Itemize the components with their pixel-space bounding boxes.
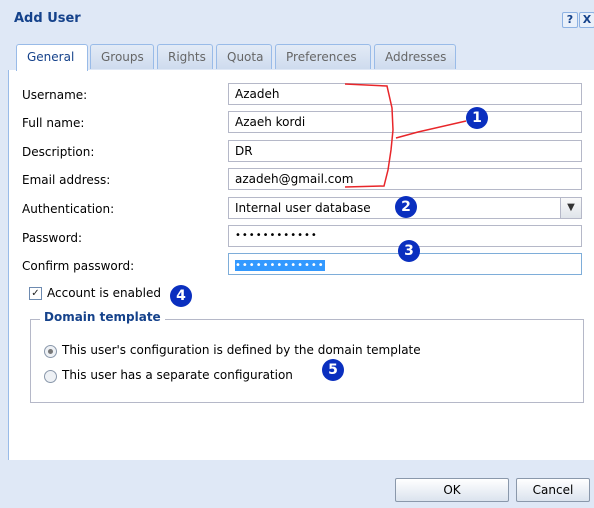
- selected-password-text: •••••••••••••: [235, 260, 325, 271]
- confirm-password-label: Confirm password:: [22, 259, 135, 273]
- tab-addresses[interactable]: Addresses: [374, 44, 456, 69]
- annotation-badge-4: 4: [170, 285, 192, 307]
- auth-select-value: Internal user database: [235, 201, 371, 215]
- cancel-button[interactable]: Cancel: [516, 478, 590, 502]
- dialog-title: Add User: [14, 11, 81, 26]
- tab-strip: General Groups Rights Quota Preferences …: [8, 44, 594, 71]
- account-enabled-checkbox[interactable]: ✓: [29, 287, 42, 300]
- domain-template-fieldset: [30, 319, 584, 403]
- domain-template-legend: Domain template: [40, 310, 165, 324]
- account-enabled-label: Account is enabled: [47, 286, 161, 300]
- tab-rights[interactable]: Rights: [157, 44, 213, 69]
- annotation-badge-2: 2: [395, 196, 417, 218]
- annotation-badge-5: 5: [322, 359, 344, 381]
- separate-config-label: This user has a separate configuration: [62, 368, 293, 382]
- tab-general[interactable]: General: [16, 44, 88, 71]
- chevron-down-icon[interactable]: ▼: [560, 198, 581, 218]
- description-input[interactable]: DR: [228, 140, 582, 162]
- annotation-badge-3: 3: [398, 240, 420, 262]
- separate-config-radio[interactable]: [44, 370, 57, 383]
- close-icon[interactable]: X: [579, 12, 594, 28]
- ok-button[interactable]: OK: [395, 478, 509, 502]
- username-label: Username:: [22, 88, 88, 102]
- annotation-badge-1: 1: [466, 107, 488, 129]
- fullname-input[interactable]: Azaeh kordi: [228, 111, 582, 133]
- dialog-titlebar: Add User ? X: [0, 0, 594, 40]
- email-label: Email address:: [22, 173, 111, 187]
- email-input[interactable]: azadeh@gmail.com: [228, 168, 582, 190]
- description-label: Description:: [22, 145, 95, 159]
- fullname-label: Full name:: [22, 116, 85, 130]
- tab-groups[interactable]: Groups: [90, 44, 154, 69]
- template-config-label: This user's configuration is defined by …: [62, 343, 421, 357]
- template-config-radio[interactable]: [44, 345, 57, 358]
- username-input[interactable]: Azadeh: [228, 83, 582, 105]
- password-label: Password:: [22, 231, 83, 245]
- tab-preferences[interactable]: Preferences: [275, 44, 371, 69]
- help-icon[interactable]: ?: [562, 12, 578, 28]
- auth-label: Authentication:: [22, 202, 115, 216]
- tab-quota[interactable]: Quota: [216, 44, 272, 69]
